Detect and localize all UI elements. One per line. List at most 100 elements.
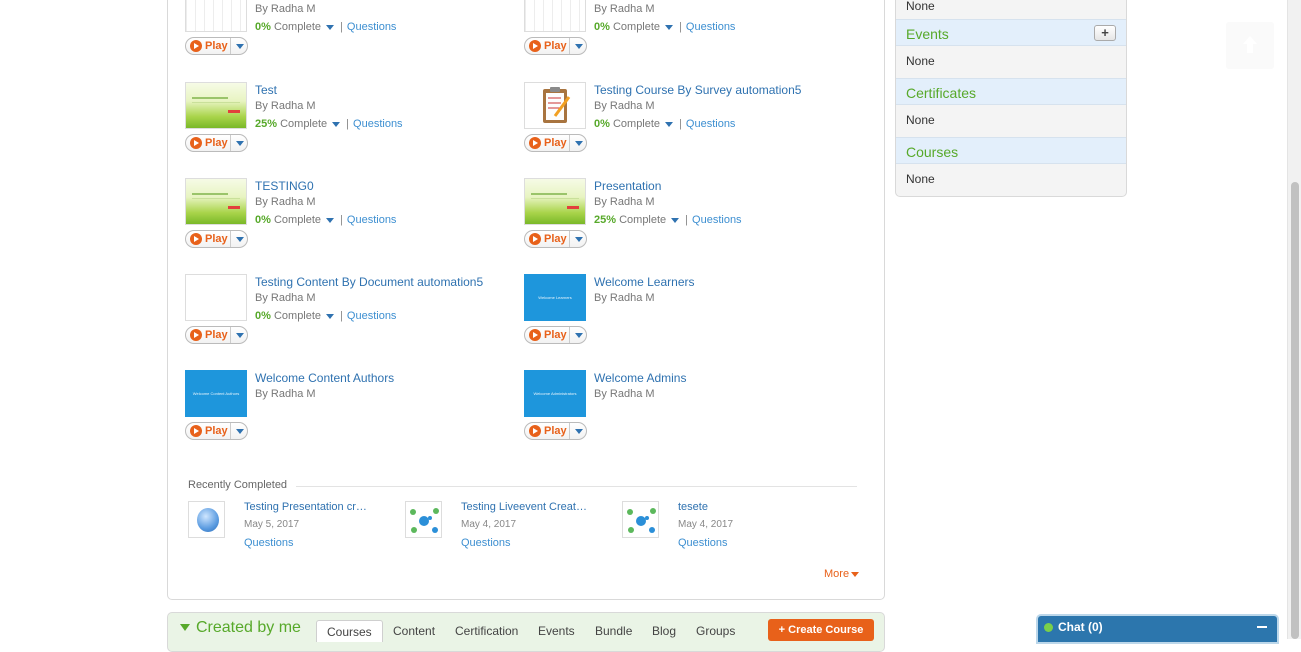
play-menu-caret-icon[interactable]: [236, 141, 244, 146]
create-course-button[interactable]: + Create Course: [768, 619, 874, 641]
course-title[interactable]: Welcome Learners: [594, 275, 695, 289]
scrollbar-thumb[interactable]: [1291, 182, 1299, 639]
recent-item-title[interactable]: tesete: [678, 501, 708, 513]
clipboard-icon[interactable]: [524, 82, 586, 129]
play-button[interactable]: Play: [185, 230, 248, 248]
play-menu-caret-icon[interactable]: [575, 237, 583, 242]
progress-dropdown-icon[interactable]: [665, 24, 674, 30]
course-thumbnail[interactable]: Welcome Learners: [524, 274, 586, 321]
questions-link[interactable]: Questions: [353, 118, 403, 130]
play-menu-caret-icon[interactable]: [236, 237, 244, 242]
play-icon: [529, 233, 541, 245]
add-event-button[interactable]: +: [1094, 25, 1116, 41]
created-by-me-panel: Created by me Courses Content Certificat…: [167, 612, 885, 652]
play-menu-caret-icon[interactable]: [236, 429, 244, 434]
play-label: Play: [205, 329, 228, 341]
section-header-courses: Courses: [896, 137, 1126, 164]
recent-item-title[interactable]: Testing Presentation cr…: [244, 501, 367, 513]
course-thumbnail[interactable]: [185, 274, 247, 321]
play-icon: [529, 137, 541, 149]
progress-percent: 0%: [255, 214, 271, 226]
progress-dropdown-icon[interactable]: [326, 217, 335, 223]
progress-label: Complete: [612, 21, 661, 33]
play-label: Play: [544, 233, 567, 245]
collapse-toggle-icon[interactable]: [180, 624, 190, 631]
course-thumbnail[interactable]: [185, 82, 247, 129]
more-link[interactable]: More: [824, 568, 860, 580]
course-card: Test By Radha M 25% Complete | Questions P…: [185, 82, 515, 162]
network-icon[interactable]: [622, 501, 659, 538]
back-to-top-button[interactable]: [1226, 22, 1274, 69]
progress-dropdown-icon[interactable]: [326, 313, 335, 319]
play-button[interactable]: Play: [524, 422, 587, 440]
questions-link[interactable]: Questions: [347, 21, 397, 33]
course-title[interactable]: Test: [255, 83, 277, 97]
play-icon: [529, 40, 541, 52]
section-title: Certificates: [906, 85, 977, 101]
course-title[interactable]: Testing Course By Survey automation5: [594, 83, 801, 97]
play-button[interactable]: Play: [524, 37, 587, 55]
play-label: Play: [205, 233, 228, 245]
play-menu-caret-icon[interactable]: [236, 333, 244, 338]
questions-link[interactable]: Questions: [461, 537, 511, 549]
course-card: TESTING0 By Radha M 0% Complete | Question…: [185, 178, 515, 258]
course-card: Presentation By Radha M 25% Complete | Que…: [524, 178, 854, 258]
course-progress: 0% Complete | Questions: [255, 21, 397, 33]
play-button[interactable]: Play: [185, 326, 248, 344]
recent-item-date: May 5, 2017: [244, 519, 300, 530]
course-thumbnail[interactable]: [524, 178, 586, 225]
progress-dropdown-icon[interactable]: [326, 24, 335, 30]
progress-percent: 0%: [255, 21, 271, 33]
recent-item-title[interactable]: Testing Liveevent Creat…: [461, 501, 587, 513]
play-button[interactable]: Play: [524, 134, 587, 152]
play-icon: [190, 40, 202, 52]
play-button[interactable]: Play: [185, 422, 248, 440]
course-progress: 0% Complete | Questions: [255, 310, 397, 322]
play-menu-caret-icon[interactable]: [575, 44, 583, 49]
progress-label: Complete: [280, 118, 328, 130]
course-author: By Radha M: [255, 100, 316, 112]
play-button[interactable]: Play: [185, 37, 248, 55]
network-icon[interactable]: [405, 501, 442, 538]
questions-link[interactable]: Questions: [347, 310, 397, 322]
play-menu-caret-icon[interactable]: [236, 44, 244, 49]
course-title[interactable]: Testing Content By Document automation5: [255, 275, 483, 289]
questions-link[interactable]: Questions: [678, 537, 728, 549]
play-menu-caret-icon[interactable]: [575, 141, 583, 146]
questions-link[interactable]: Questions: [244, 537, 294, 549]
course-author: By Radha M: [594, 196, 655, 208]
course-title[interactable]: TESTING0: [255, 179, 314, 193]
play-label: Play: [205, 425, 228, 437]
questions-link[interactable]: Questions: [686, 21, 736, 33]
progress-dropdown-icon[interactable]: [332, 121, 341, 127]
course-thumbnail[interactable]: Welcome Administrators: [524, 370, 586, 417]
play-button[interactable]: Play: [524, 326, 587, 344]
play-label: Play: [544, 329, 567, 341]
play-button[interactable]: Play: [524, 230, 587, 248]
questions-link[interactable]: Questions: [686, 118, 736, 130]
course-title[interactable]: Welcome Admins: [594, 371, 686, 385]
course-thumbnail[interactable]: [185, 178, 247, 225]
progress-dropdown-icon[interactable]: [665, 121, 674, 127]
play-menu-caret-icon[interactable]: [575, 429, 583, 434]
course-thumbnail[interactable]: [524, 0, 586, 32]
recent-item-date: May 4, 2017: [461, 519, 517, 530]
questions-link[interactable]: Questions: [692, 214, 742, 226]
play-menu-caret-icon[interactable]: [575, 333, 583, 338]
course-author: By Radha M: [255, 292, 316, 304]
chat-bar[interactable]: Chat (0): [1036, 614, 1279, 644]
course-title[interactable]: Presentation: [594, 179, 661, 193]
scrollbar[interactable]: [1287, 0, 1301, 639]
course-card: By Radha M 0% Complete | Questions Play: [185, 0, 515, 65]
course-author: By Radha M: [594, 3, 655, 15]
course-thumbnail[interactable]: [185, 0, 247, 32]
progress-dropdown-icon[interactable]: [671, 217, 680, 223]
globe-icon[interactable]: [188, 501, 225, 538]
course-thumbnail[interactable]: Welcome Content Authors: [185, 370, 247, 417]
play-button[interactable]: Play: [185, 134, 248, 152]
minimize-icon[interactable]: [1257, 626, 1267, 628]
course-title[interactable]: Welcome Content Authors: [255, 371, 394, 385]
questions-link[interactable]: Questions: [347, 214, 397, 226]
course-card: By Radha M 0% Complete | Questions Play: [524, 0, 854, 65]
progress-percent: 0%: [594, 21, 610, 33]
